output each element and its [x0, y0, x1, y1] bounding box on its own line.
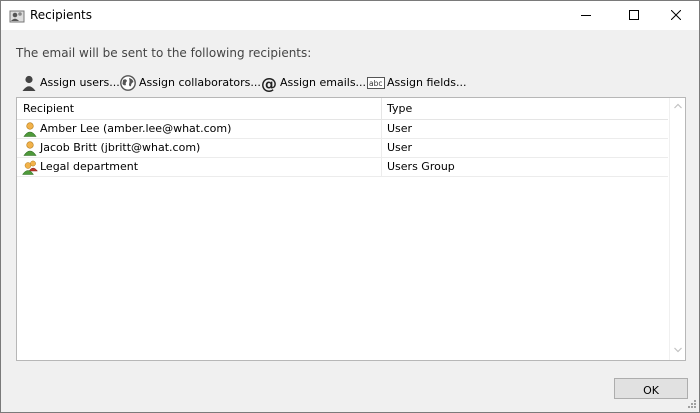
user-silhouette-icon	[20, 74, 38, 92]
cell-divider	[381, 139, 382, 157]
recipients-icon	[9, 8, 25, 24]
recipient-name: Jacob Britt (jbritt@what.com)	[40, 141, 201, 154]
assign-fields-label: Assign fields...	[387, 76, 467, 89]
svg-text:abc: abc	[369, 79, 382, 88]
cell-divider	[381, 158, 382, 176]
info-text: The email will be sent to the following …	[16, 46, 312, 60]
recipient-name: Legal department	[40, 160, 139, 173]
user-icon	[22, 121, 38, 137]
close-icon	[671, 10, 681, 20]
users-group-icon	[22, 159, 39, 175]
cell-divider	[381, 120, 382, 138]
scroll-up-icon	[674, 103, 682, 109]
text-field-icon: abc	[367, 74, 385, 92]
close-button[interactable]	[653, 1, 699, 30]
column-divider[interactable]	[381, 98, 382, 119]
column-header-recipient[interactable]: Recipient	[23, 102, 74, 115]
recipient-type: User	[387, 122, 413, 135]
title-bar: Recipients	[1, 1, 699, 30]
column-header-type[interactable]: Type	[387, 102, 412, 115]
maximize-button[interactable]	[611, 1, 657, 30]
minimize-button[interactable]	[563, 1, 609, 30]
assign-users-label: Assign users...	[40, 76, 120, 89]
recipients-dialog: Recipients The email will be sent to the…	[0, 0, 700, 413]
table-row[interactable]: Jacob Britt (jbritt@what.com) User	[17, 139, 668, 158]
resize-grip-icon[interactable]	[687, 399, 697, 409]
maximize-icon	[629, 10, 639, 20]
assign-emails-label: Assign emails...	[280, 76, 367, 89]
user-icon	[22, 140, 38, 156]
window-title: Recipients	[30, 8, 93, 22]
scroll-down-icon	[674, 347, 682, 353]
recipient-name: Amber Lee (amber.lee@what.com)	[40, 122, 232, 135]
table-row[interactable]: Legal department Users Group	[17, 158, 668, 177]
minimize-icon	[581, 15, 591, 16]
at-sign-icon: @	[260, 74, 278, 93]
table-row[interactable]: Amber Lee (amber.lee@what.com) User	[17, 120, 668, 139]
list-header: Recipient Type	[17, 98, 668, 120]
svg-text:@: @	[261, 74, 277, 92]
ok-button[interactable]: OK	[614, 378, 688, 399]
recipient-type: User	[387, 141, 413, 154]
vertical-scrollbar[interactable]	[669, 98, 685, 360]
globe-icon	[119, 74, 137, 92]
assign-collaborators-label: Assign collaborators...	[139, 76, 261, 89]
recipients-list[interactable]: Recipient Type Amber Lee (amber.lee@what…	[16, 97, 686, 361]
recipient-type: Users Group	[387, 160, 455, 173]
